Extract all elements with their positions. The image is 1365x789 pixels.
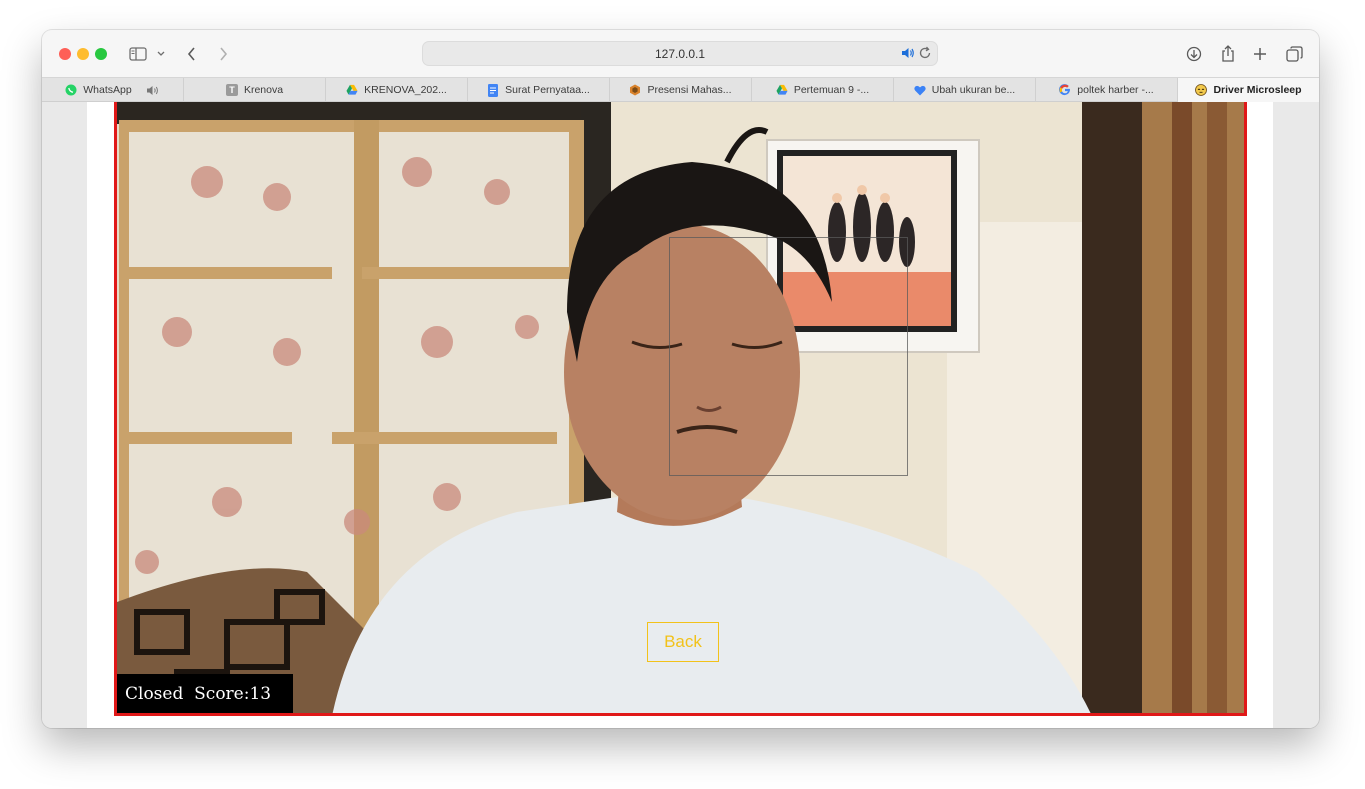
site-letter-icon: T: [225, 84, 238, 96]
tab-whatsapp[interactable]: WhatsApp: [42, 78, 184, 102]
tab-surat-pernyataan[interactable]: Surat Pernyataa...: [468, 78, 610, 102]
reload-icon[interactable]: [918, 46, 932, 65]
google-docs-icon: [487, 83, 499, 97]
whatsapp-icon: [65, 84, 77, 96]
back-button[interactable]: Back: [647, 622, 719, 662]
page-viewport: Back Closed Score:13: [42, 102, 1319, 728]
share-icon[interactable]: [1218, 42, 1238, 66]
tab-label: poltek harber -...: [1077, 84, 1154, 96]
google-drive-icon: [346, 84, 358, 96]
tab-driver-microsleep[interactable]: Driver Microsleep: [1178, 78, 1319, 102]
chevron-down-icon[interactable]: [154, 42, 168, 66]
speaker-icon[interactable]: [901, 46, 915, 65]
tab-overview-icon[interactable]: [1284, 42, 1304, 66]
tab-krenova[interactable]: T Krenova: [184, 78, 326, 102]
sidebar-icon[interactable]: [128, 42, 148, 66]
tab-label: Ubah ukuran be...: [931, 84, 1016, 96]
tab-label: Surat Pernyataa...: [505, 84, 590, 96]
detection-status-overlay: Closed Score:13: [117, 674, 293, 713]
tab-ubah-ukuran[interactable]: Ubah ukuran be...: [894, 78, 1036, 102]
tab-krenova-drive[interactable]: KRENOVA_202...: [326, 78, 468, 102]
tab-label: Driver Microsleep: [1213, 84, 1302, 96]
webcam-feed: Back Closed Score:13: [114, 102, 1247, 716]
tab-label: Pertemuan 9 -...: [793, 84, 870, 96]
close-window-button[interactable]: [59, 48, 71, 60]
google-drive-icon: [776, 84, 788, 96]
browser-toolbar: 127.0.0.1: [42, 30, 1319, 77]
address-bar[interactable]: 127.0.0.1: [422, 41, 938, 66]
minimize-window-button[interactable]: [77, 48, 89, 60]
new-tab-icon[interactable]: [1250, 42, 1270, 66]
hexagon-icon: [629, 84, 641, 96]
speaker-icon[interactable]: [146, 85, 160, 96]
tab-poltek-harber[interactable]: poltek harber -...: [1036, 78, 1178, 102]
tab-label: Krenova: [243, 84, 284, 96]
tab-presensi[interactable]: Presensi Mahas...: [610, 78, 752, 102]
face-detection-box: [669, 237, 908, 476]
tab-bar: WhatsApp T Krenova KRENOVA_202... Surat …: [42, 77, 1319, 102]
download-icon[interactable]: [1184, 42, 1204, 66]
tab-label: Presensi Mahas...: [647, 84, 732, 96]
zoom-window-button[interactable]: [95, 48, 107, 60]
forward-nav-icon[interactable]: [213, 42, 233, 66]
address-url: 127.0.0.1: [654, 47, 706, 61]
tab-label: WhatsApp: [83, 84, 132, 96]
sleep-face-icon: [1195, 84, 1208, 96]
tab-label: KRENOVA_202...: [364, 84, 447, 96]
google-icon: [1059, 84, 1071, 96]
browser-window: 127.0.0.1 WhatsApp T Krenova KRENOVA_202…: [42, 30, 1319, 728]
heart-icon: [914, 84, 926, 96]
tab-pertemuan[interactable]: Pertemuan 9 -...: [752, 78, 894, 102]
back-nav-icon[interactable]: [182, 42, 202, 66]
